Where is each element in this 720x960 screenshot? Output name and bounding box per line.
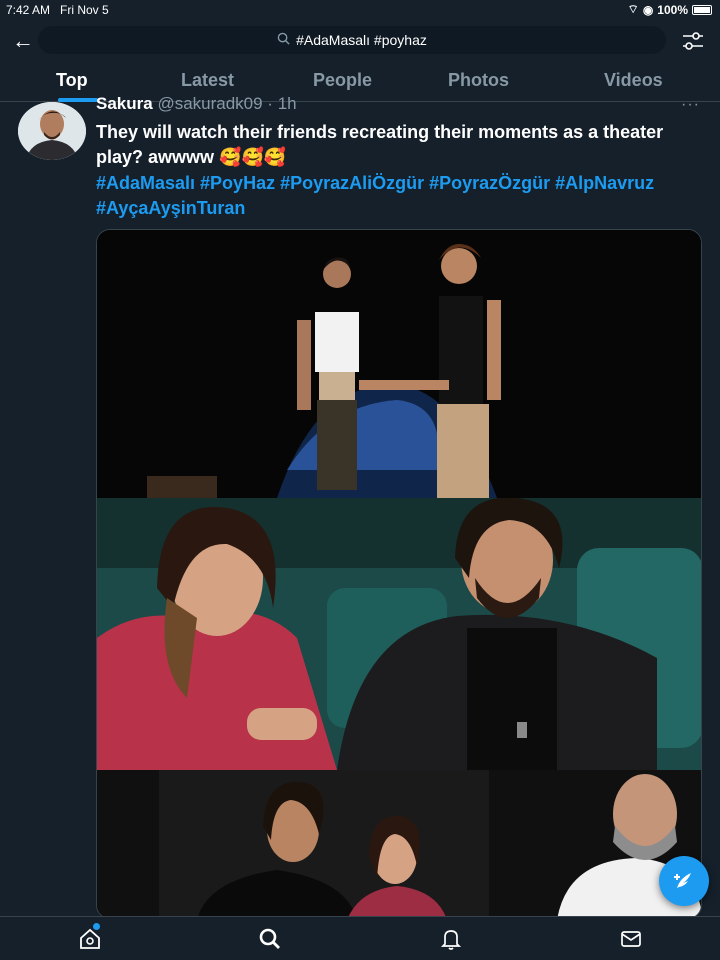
compose-icon[interactable] [659, 856, 709, 906]
tab-top[interactable]: Top [56, 70, 88, 91]
wifi-icon: ⌔ [627, 2, 639, 16]
search-icon[interactable] [258, 927, 282, 951]
tab-latest[interactable]: Latest [181, 70, 234, 91]
status-indicators: ⌔ ◉ 100% [628, 2, 712, 17]
bottom-nav [0, 916, 720, 960]
notification-dot [93, 923, 100, 930]
tweet-hashtags[interactable]: #AdaMasalı #PoyHaz #PoyrazAliÖzgür #Poyr… [96, 171, 696, 221]
battery-percent: 100% [657, 2, 688, 17]
search-header: ← #AdaMasalı #poyhaz [0, 24, 720, 58]
tab-photos[interactable]: Photos [448, 70, 509, 91]
tweet-media[interactable] [96, 229, 702, 919]
status-bar: 7:42 AM Fri Nov 5 ⌔ ◉ 100% [0, 0, 720, 20]
more-icon[interactable]: ··· [681, 96, 700, 114]
tab-videos[interactable]: Videos [604, 70, 663, 91]
media-photo-group[interactable] [97, 770, 702, 919]
sliders-icon[interactable] [680, 28, 706, 54]
status-date: Fri Nov 5 [60, 3, 109, 17]
home-icon[interactable] [78, 927, 102, 951]
search-icon [277, 32, 290, 48]
search-query: #AdaMasalı #poyhaz [296, 32, 427, 48]
hashtags-line-1[interactable]: #AdaMasalı #PoyHaz #PoyrazAliÖzgür #Poyr… [96, 171, 696, 196]
search-input[interactable]: #AdaMasalı #poyhaz [38, 26, 666, 54]
battery-icon [692, 4, 712, 15]
bell-icon[interactable] [439, 927, 463, 951]
tweet-author[interactable]: Sakura @sakuradk09 · 1h [96, 94, 297, 114]
avatar[interactable] [18, 102, 86, 160]
arrow-left-icon[interactable]: ← [10, 26, 36, 56]
active-tab-indicator [58, 98, 98, 102]
hashtags-line-2[interactable]: #AyçaAyşinTuran [96, 196, 696, 221]
tab-people[interactable]: People [313, 70, 372, 91]
author-name[interactable]: Sakura [96, 94, 153, 113]
media-photo-audience[interactable] [97, 498, 702, 770]
media-photo-stage[interactable] [97, 230, 702, 498]
author-handle: @sakuradk09 · 1h [157, 94, 297, 113]
location-icon: ◉ [642, 2, 654, 17]
status-time: 7:42 AM [6, 3, 51, 17]
mail-icon[interactable] [619, 927, 643, 951]
tweet-text: They will watch their friends recreating… [96, 122, 664, 167]
